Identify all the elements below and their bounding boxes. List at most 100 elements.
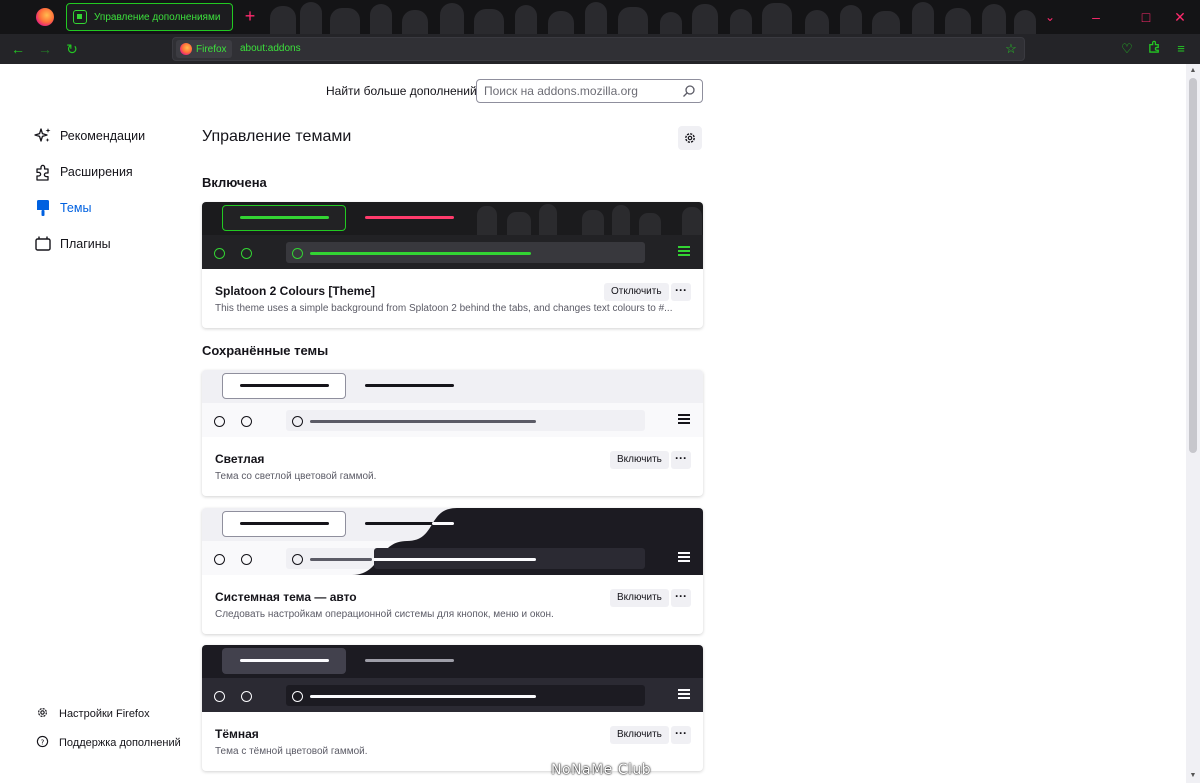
back-arrow-icon[interactable]: ← — [8, 39, 28, 59]
help-icon: ? — [36, 735, 49, 751]
more-options-button[interactable]: ··· — [671, 451, 691, 469]
theme-description: Тема со светлой цветовой гаммой. — [215, 471, 377, 482]
background-splat — [840, 5, 862, 34]
gear-icon — [36, 706, 49, 722]
firefox-logo-icon[interactable] — [36, 8, 54, 26]
url-text[interactable]: about:addons — [240, 43, 301, 54]
find-more-label: Найти больше дополнений — [326, 84, 477, 98]
theme-preview — [202, 202, 703, 269]
theme-name: Splatoon 2 Colours [Theme] — [215, 284, 376, 298]
theme-card-dark[interactable]: Тёмная Тема с тёмной цветовой гаммой. Вк… — [202, 645, 703, 771]
background-splat — [330, 8, 360, 34]
tools-settings-button[interactable] — [678, 126, 702, 150]
theme-description: Следовать настройкам операционной систем… — [215, 609, 554, 620]
background-splat — [805, 10, 829, 34]
sidebar-item-plugins[interactable]: Плагины — [34, 233, 111, 255]
reload-icon[interactable]: ↻ — [62, 39, 82, 59]
app-menu-icon[interactable]: ≡ — [1171, 39, 1191, 59]
list-all-tabs-icon[interactable]: ⌄ — [1040, 7, 1060, 27]
url-bar[interactable]: Firefox about:addons ☆ — [172, 37, 1025, 61]
sidebar-item-recommendations[interactable]: Рекомендации — [34, 125, 145, 147]
background-splat — [692, 4, 718, 34]
theme-preview — [202, 645, 703, 712]
brush-icon — [34, 199, 52, 217]
background-splat — [982, 4, 1006, 34]
pocket-icon[interactable]: ♡ — [1117, 39, 1137, 59]
addons-search-box[interactable] — [476, 79, 703, 103]
sparkle-icon — [34, 127, 52, 145]
enabled-section-heading: Включена — [202, 175, 267, 190]
background-splat — [548, 11, 574, 34]
theme-preview — [202, 370, 703, 437]
new-tab-button[interactable]: + — [240, 6, 260, 26]
bookmark-star-icon[interactable]: ☆ — [1002, 40, 1020, 58]
svg-text:?: ? — [41, 737, 45, 746]
theme-name: Светлая — [215, 452, 265, 466]
plugin-icon — [34, 235, 52, 253]
enable-button[interactable]: Включить — [610, 451, 669, 469]
scrollbar-thumb[interactable] — [1189, 78, 1197, 453]
maximize-icon[interactable]: □ — [1136, 7, 1156, 27]
background-splat — [474, 9, 504, 34]
more-options-button[interactable]: ··· — [671, 283, 691, 301]
background-splat — [618, 7, 648, 34]
sidebar-item-themes[interactable]: Темы — [34, 197, 91, 219]
close-window-icon[interactable]: ✕ — [1170, 7, 1190, 27]
background-splat — [660, 12, 682, 34]
theme-description: This theme uses a simple background from… — [215, 303, 673, 314]
more-options-button[interactable]: ··· — [671, 589, 691, 607]
background-splat — [1014, 10, 1036, 34]
background-splat — [730, 9, 752, 34]
search-icon[interactable] — [682, 84, 696, 98]
theme-description: Тема с тёмной цветовой гаммой. — [215, 746, 368, 757]
sidebar-item-label: Расширения — [60, 165, 133, 179]
background-splat — [300, 2, 322, 34]
extensions-icon[interactable] — [1144, 39, 1164, 59]
page-title: Управление темами — [202, 128, 352, 145]
saved-themes-heading: Сохранённые темы — [202, 343, 329, 358]
minimize-icon[interactable]: – — [1086, 7, 1106, 27]
theme-card-light[interactable]: Светлая Тема со светлой цветовой гаммой.… — [202, 370, 703, 496]
background-splat — [515, 5, 537, 34]
enable-button[interactable]: Включить — [610, 589, 669, 607]
theme-name: Тёмная — [215, 727, 259, 741]
sidebar-item-label: Плагины — [60, 237, 111, 251]
background-splat — [912, 2, 934, 34]
watermark: NoNaMe Club — [551, 762, 652, 778]
background-splat — [370, 4, 392, 34]
puzzle-icon — [34, 163, 52, 181]
background-splat — [945, 8, 971, 34]
theme-card-splatoon[interactable]: Splatoon 2 Colours [Theme] This theme us… — [202, 202, 703, 328]
theme-name: Системная тема — авто — [215, 590, 357, 604]
scroll-up-icon[interactable]: ▲ — [1186, 65, 1200, 77]
footer-link-label: Настройки Firefox — [59, 708, 150, 720]
background-splat — [440, 3, 464, 34]
addons-page: Найти больше дополнений Рекомендации Рас… — [0, 64, 1200, 783]
background-splat — [402, 10, 428, 34]
page-scrollbar[interactable]: ▲ ▼ — [1186, 64, 1200, 783]
tab-addons-manager[interactable]: Управление дополнениями — [66, 3, 233, 31]
gear-icon — [685, 133, 695, 143]
tab-bar: Управление дополнениями + ⌄ – □ ✕ — [0, 0, 1200, 34]
addons-search-input[interactable] — [484, 83, 674, 99]
background-splat — [872, 11, 900, 34]
identity-label: Firefox — [196, 43, 227, 55]
addons-support-link[interactable]: ? Поддержка дополнений — [36, 735, 181, 751]
forward-arrow-icon[interactable]: → — [35, 39, 55, 59]
theme-card-system-auto[interactable]: Системная тема — авто Следовать настройк… — [202, 508, 703, 634]
background-splat — [270, 6, 296, 34]
background-splat — [585, 2, 607, 34]
firefox-settings-link[interactable]: Настройки Firefox — [36, 706, 150, 722]
sidebar-item-label: Темы — [60, 201, 92, 215]
identity-box[interactable]: Firefox — [176, 40, 232, 58]
addons-puzzle-icon — [73, 10, 87, 24]
scroll-down-icon[interactable]: ▼ — [1186, 770, 1200, 782]
disable-button[interactable]: Отключить — [604, 283, 669, 301]
navigation-toolbar: ← → ↻ Firefox about:addons ☆ ♡ ≡ — [0, 34, 1200, 64]
sidebar-item-extensions[interactable]: Расширения — [34, 161, 133, 183]
sidebar-item-label: Рекомендации — [60, 129, 146, 143]
more-options-button[interactable]: ··· — [671, 726, 691, 744]
firefox-logo-icon — [180, 43, 192, 55]
enable-button[interactable]: Включить — [610, 726, 669, 744]
tab-title: Управление дополнениями — [94, 11, 221, 23]
